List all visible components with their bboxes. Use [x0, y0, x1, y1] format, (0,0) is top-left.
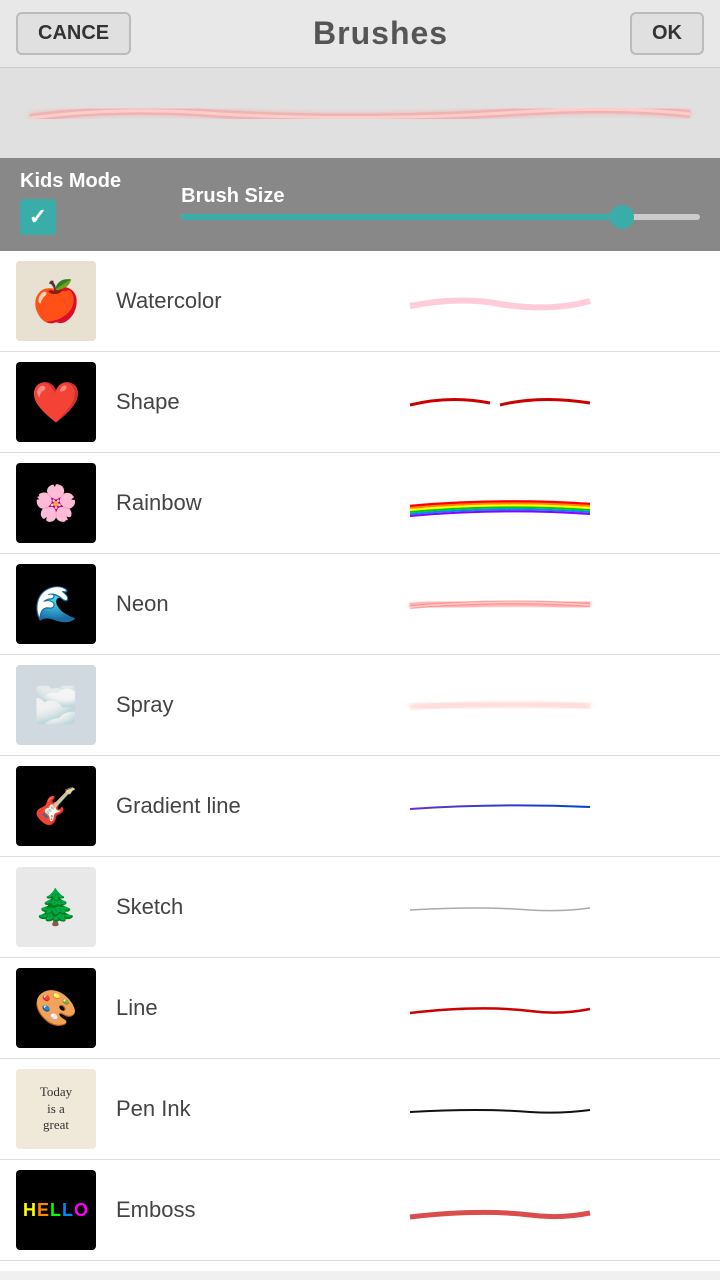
preview-stroke	[20, 104, 700, 122]
brush-item-line[interactable]: 🎨 Line	[0, 958, 720, 1059]
brush-preview-emboss	[296, 1190, 704, 1230]
brush-item-sketch[interactable]: 🌲 Sketch	[0, 857, 720, 958]
kids-mode-label: Kids Mode	[20, 170, 121, 193]
brush-thumb-penink: Todayis agreat	[16, 1069, 96, 1149]
brush-name-shape: Shape	[116, 389, 296, 415]
kids-mode-section: Kids Mode ✓	[20, 170, 121, 235]
brush-thumb-rainbow: 🌸	[16, 463, 96, 543]
brush-thumb-neon: 🌊	[16, 564, 96, 644]
brush-preview-penink	[296, 1089, 704, 1129]
cancel-button[interactable]: CANCE	[16, 12, 131, 55]
brush-name-emboss: Emboss	[116, 1197, 296, 1223]
controls-area: Kids Mode ✓ Brush Size	[0, 158, 720, 251]
brush-list: 🍎 Watercolor ❤️ Shape 🌸 Rainbow	[0, 251, 720, 1271]
brush-name-neon: Neon	[116, 591, 296, 617]
page-title: Brushes	[313, 15, 448, 52]
brush-item-emboss[interactable]: HELLO Emboss	[0, 1160, 720, 1261]
brush-name-watercolor: Watercolor	[116, 288, 296, 314]
brush-preview-watercolor	[296, 281, 704, 321]
brush-item-spray[interactable]: 🌫️ Spray	[0, 655, 720, 756]
brush-thumb-sketch: 🌲	[16, 867, 96, 947]
brush-thumb-shape: ❤️	[16, 362, 96, 442]
brush-thumb-emboss: HELLO	[16, 1170, 96, 1250]
brush-name-rainbow: Rainbow	[116, 490, 296, 516]
brush-thumb-line: 🎨	[16, 968, 96, 1048]
brush-size-slider[interactable]	[181, 214, 700, 220]
brush-thumb-gradient: 🎸	[16, 766, 96, 846]
brush-thumb-watercolor: 🍎	[16, 261, 96, 341]
brush-name-line: Line	[116, 995, 296, 1021]
brush-name-spray: Spray	[116, 692, 296, 718]
slider-thumb	[610, 205, 634, 229]
brush-item-shape[interactable]: ❤️ Shape	[0, 352, 720, 453]
brush-preview-gradient	[296, 786, 704, 826]
checkmark-icon: ✓	[29, 204, 47, 230]
brush-name-penink: Pen Ink	[116, 1096, 296, 1122]
brush-item-gradient[interactable]: 🎸 Gradient line	[0, 756, 720, 857]
brush-preview-shape	[296, 382, 704, 422]
brush-name-gradient: Gradient line	[116, 793, 296, 819]
brush-preview-neon	[296, 584, 704, 624]
brush-item-rainbow[interactable]: 🌸 Rainbow	[0, 453, 720, 554]
brush-preview-line	[296, 988, 704, 1028]
header: CANCE Brushes OK	[0, 0, 720, 68]
brush-thumb-spray: 🌫️	[16, 665, 96, 745]
brush-name-sketch: Sketch	[116, 894, 296, 920]
brush-preview-sketch	[296, 887, 704, 927]
brush-item-penink[interactable]: Todayis agreat Pen Ink	[0, 1059, 720, 1160]
kids-mode-checkbox[interactable]: ✓	[20, 199, 56, 235]
brush-size-section: Brush Size	[181, 185, 700, 220]
ok-button[interactable]: OK	[630, 12, 704, 55]
brush-preview-area	[0, 68, 720, 158]
brush-item-watercolor[interactable]: 🍎 Watercolor	[0, 251, 720, 352]
brush-preview-rainbow	[296, 483, 704, 523]
brush-preview-spray	[296, 685, 704, 725]
brush-item-neon[interactable]: 🌊 Neon	[0, 554, 720, 655]
slider-fill	[181, 214, 622, 220]
